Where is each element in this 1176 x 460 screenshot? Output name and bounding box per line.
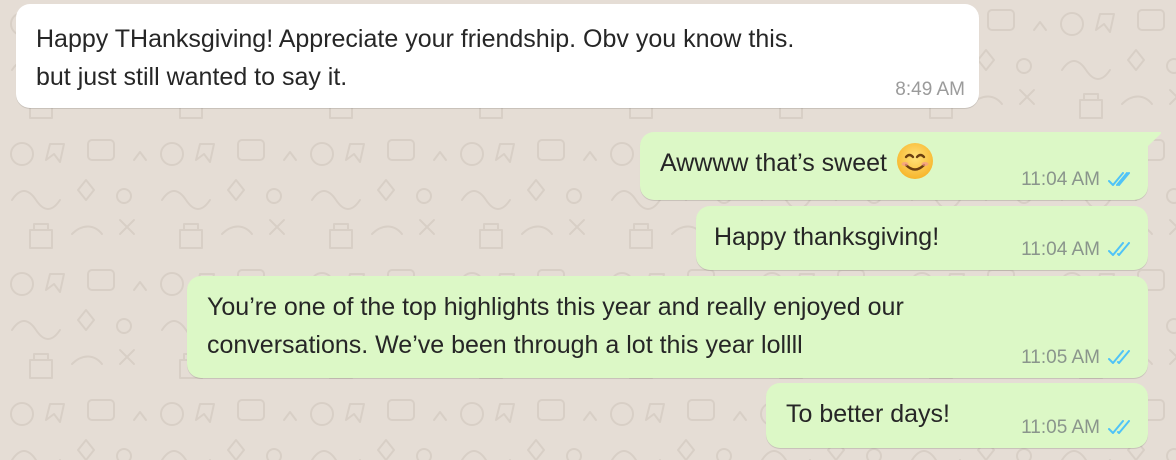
double-check-icon [1108, 242, 1130, 256]
message-line: Happy thanksgiving! [714, 223, 940, 251]
message-text: You’re one of the top highlights this ye… [207, 288, 904, 364]
double-check-icon [1108, 172, 1130, 186]
message-meta: 11:05 AM [1021, 347, 1134, 369]
message-line: To better days! [786, 400, 950, 428]
message-text: Happy thanksgiving! [714, 218, 939, 256]
message-timestamp: 11:05 AM [1021, 347, 1100, 368]
message-timestamp: 11:04 AM [1021, 169, 1100, 190]
message-line: Happy THanksgiving! Appreciate your frie… [36, 25, 795, 53]
message-text: To better days! [786, 395, 950, 433]
message-line: Awwww that’s sweet [660, 149, 887, 177]
message-timestamp: 11:05 AM [1021, 417, 1100, 438]
message-line: conversations. We’ve been through a lot … [207, 331, 803, 359]
message-meta: 11:04 AM [1021, 239, 1134, 261]
outgoing-message-bubble[interactable]: You’re one of the top highlights this ye… [187, 276, 1148, 378]
message-text: Happy THanksgiving! Appreciate your frie… [36, 20, 794, 96]
message-timestamp: 8:49 AM [895, 79, 965, 100]
incoming-message-bubble[interactable]: Happy THanksgiving! Appreciate your frie… [16, 4, 979, 108]
message-line: You’re one of the top highlights this ye… [207, 293, 904, 321]
double-check-icon [1108, 420, 1130, 434]
message-meta: 11:04 AM [1021, 169, 1134, 191]
message-line: but just still wanted to say it. [36, 63, 348, 91]
outgoing-message-bubble[interactable]: To better days! 11:05 AM [766, 383, 1148, 448]
message-meta: 11:05 AM [1021, 417, 1134, 439]
message-text: Awwww that’s sweet [660, 143, 935, 182]
double-check-icon [1108, 350, 1130, 364]
message-meta: 8:49 AM [895, 79, 965, 101]
message-timestamp: 11:04 AM [1021, 239, 1100, 260]
smiling-face-emoji [896, 143, 933, 180]
outgoing-message-bubble[interactable]: Awwww that’s sweet 11:04 AM [640, 132, 1162, 200]
outgoing-message-bubble[interactable]: Happy thanksgiving! 11:04 AM [696, 206, 1148, 270]
bubble-tail [1146, 132, 1162, 148]
